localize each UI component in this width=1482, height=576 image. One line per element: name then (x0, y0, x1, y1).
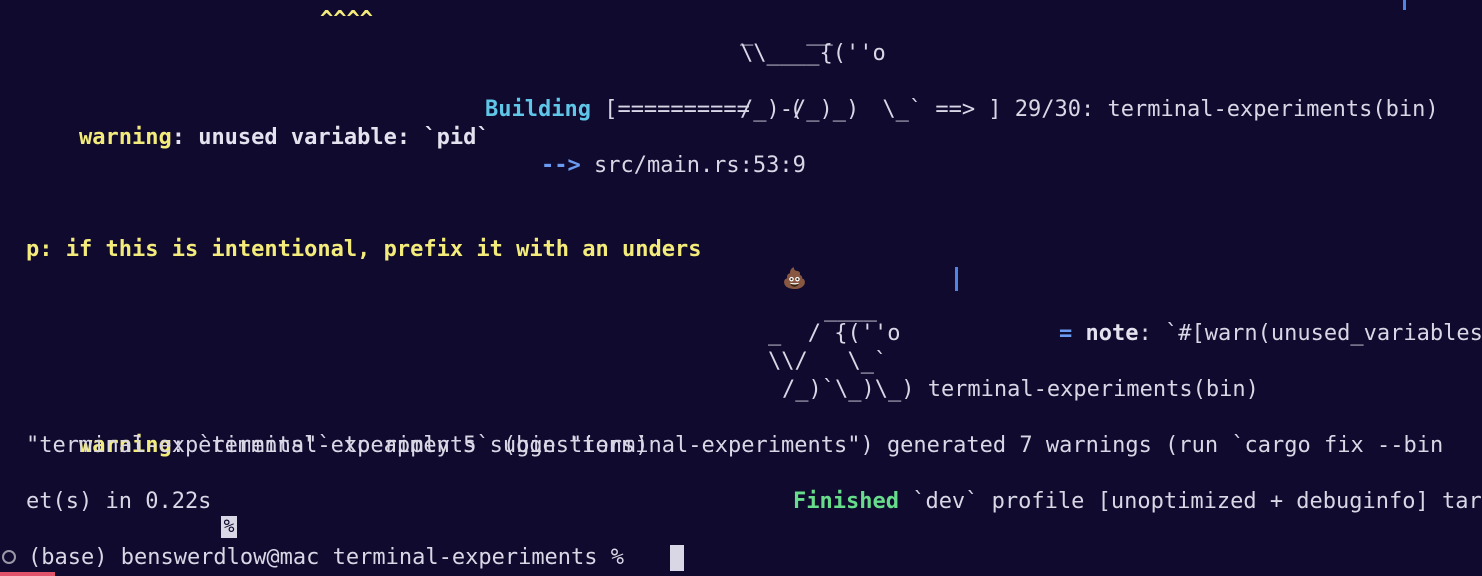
prompt-status-icon (2, 550, 16, 564)
summary-warning-continuation: "terminal-experiments"` to apply 5 sugge… (26, 433, 649, 458)
building-progress-bar: [========== ( \_` ==> ] 29/30: terminal-… (590, 97, 1439, 122)
note-message: : `#[warn(unused_variables)] (1138, 321, 1482, 346)
summary-warning-line: warning: `terminal-experiments` (bin "te… (26, 404, 1443, 458)
ascii-art-line: \\____{(''o (740, 41, 886, 66)
warning-label: warning (78, 125, 172, 150)
text-cursor[interactable] (670, 545, 684, 571)
note-eq: = (1058, 321, 1086, 346)
caret-marks: ^^^^ (320, 7, 373, 32)
build-progress-line: Building [========== ( \_` ==> ] 29/30: … (432, 68, 1439, 122)
help-text: p: if this is intentional, prefix it wit… (26, 237, 702, 262)
ascii-art-line: _ / {(''o (768, 321, 901, 346)
finished-line: Finished `dev` profile [unoptimized + de… (740, 460, 1482, 514)
warning-line: warning: unused variable: `pid` (26, 96, 490, 150)
ascii-art-line: \\/ \_` (768, 349, 888, 374)
terminal-window[interactable]: ^^^^ _ __ \\____{(''o Building [========… (0, 0, 1482, 576)
arrow-marker: --> (540, 153, 581, 178)
poop-emoji-icon: 💩 (782, 266, 807, 290)
ascii-art-line: /_)`\_)\_) terminal-experiments(bin) (782, 377, 1259, 402)
warning-message: : unused variable: `pid` (171, 125, 490, 150)
source-location: src/main.rs:53:9 (580, 153, 806, 178)
gutter-marker (1403, 0, 1406, 10)
status-indicator-bar (0, 572, 55, 576)
building-label: Building (484, 97, 591, 122)
finished-continuation: et(s) in 0.22s (26, 489, 212, 514)
note-label: note (1085, 321, 1139, 346)
percent-marker: % (221, 516, 237, 538)
finished-message: `dev` profile [unoptimized + debuginfo] … (898, 489, 1482, 514)
finished-label: Finished (792, 489, 899, 514)
shell-prompt[interactable]: (base) benswerdlow@mac terminal-experime… (28, 544, 637, 572)
ascii-art-line: /_)-/_)_) (740, 97, 860, 122)
gutter-marker (955, 267, 958, 291)
source-location-line: --> src/main.rs:53:9 (488, 124, 806, 178)
note-line: = note: `#[warn(unused_variables)] (1006, 292, 1482, 346)
